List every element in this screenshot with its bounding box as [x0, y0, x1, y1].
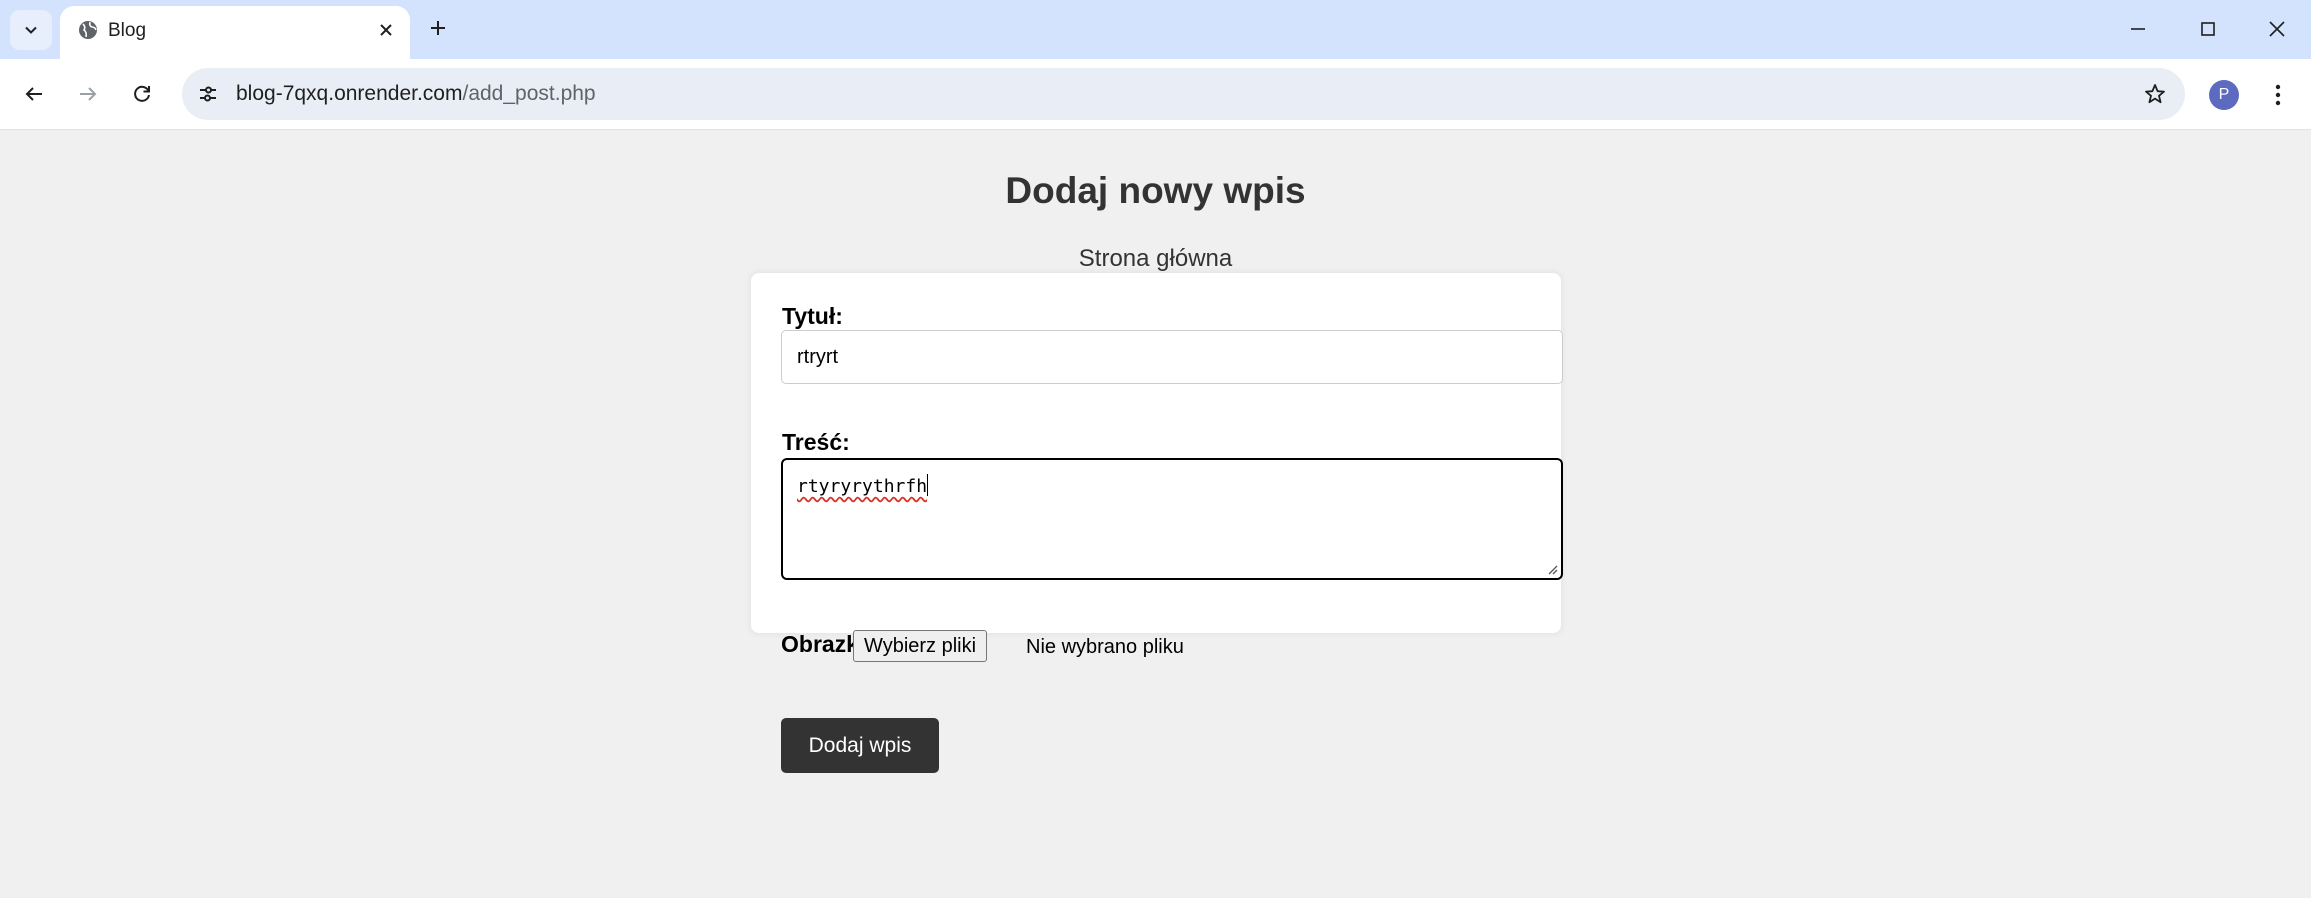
choose-files-button[interactable]: Wybierz pliki: [853, 630, 988, 662]
close-icon: [380, 24, 392, 36]
tab-blog[interactable]: Blog: [60, 6, 410, 59]
browser-menu-button[interactable]: [2262, 77, 2294, 113]
arrow-left-icon: [25, 87, 42, 101]
maximize-icon: [2201, 22, 2215, 36]
chevron-down-icon: [25, 26, 37, 34]
resize-grip-icon[interactable]: [1546, 563, 1558, 575]
home-link[interactable]: Strona główna: [0, 245, 2311, 273]
window-close-button[interactable]: [2254, 8, 2300, 50]
url-text: blog-7qxq.onrender.com/add_post.php: [236, 82, 596, 106]
star-icon: [2145, 84, 2165, 104]
browser-toolbar: blog-7qxq.onrender.com/add_post.php P: [0, 59, 2311, 130]
page-title: Dodaj nowy wpis: [1005, 170, 1306, 211]
close-icon: [2269, 21, 2285, 37]
url-host: blog-7qxq.onrender.com: [236, 82, 463, 105]
globe-icon: [79, 21, 97, 39]
tab-title: Blog: [108, 20, 147, 41]
plus-icon: [431, 21, 445, 35]
new-tab-button[interactable]: [420, 10, 456, 46]
minimize-icon: [2131, 28, 2145, 30]
arrow-right-icon: [80, 87, 97, 101]
content-label: Treść:: [782, 429, 850, 455]
tab-strip: Blog: [0, 0, 2311, 59]
file-status: Nie wybrano pliku: [1026, 636, 1184, 658]
forward-button[interactable]: [67, 73, 109, 115]
url-path: /add_post.php: [462, 82, 596, 105]
tab-close-button[interactable]: [372, 16, 400, 44]
text-caret: [927, 474, 929, 496]
tune-icon: [200, 86, 216, 102]
profile-avatar[interactable]: P: [2209, 80, 2239, 110]
submit-post-button[interactable]: Dodaj wpis: [781, 718, 939, 773]
page-body: Dodaj nowy wpis Strona główna Tytuł: Tre…: [0, 130, 2311, 898]
back-button[interactable]: [13, 73, 55, 115]
content-text: rtyryrythrfh: [797, 476, 928, 497]
more-vert-icon: [2275, 84, 2281, 106]
title-input[interactable]: [781, 330, 1563, 384]
minimize-button[interactable]: [2115, 8, 2161, 50]
maximize-button[interactable]: [2185, 8, 2231, 50]
reload-icon: [134, 85, 150, 102]
title-label: Tytuł:: [782, 303, 843, 329]
bookmark-button[interactable]: [2139, 78, 2171, 110]
site-info-button[interactable]: [188, 74, 228, 114]
address-bar[interactable]: blog-7qxq.onrender.com/add_post.php: [182, 68, 2185, 120]
tab-search-button[interactable]: [10, 10, 52, 50]
content-textarea[interactable]: rtyryrythrfh: [781, 458, 1563, 580]
reload-button[interactable]: [121, 73, 163, 115]
add-post-form: Tytuł: Treść: rtyryrythrfh: [751, 273, 1563, 633]
